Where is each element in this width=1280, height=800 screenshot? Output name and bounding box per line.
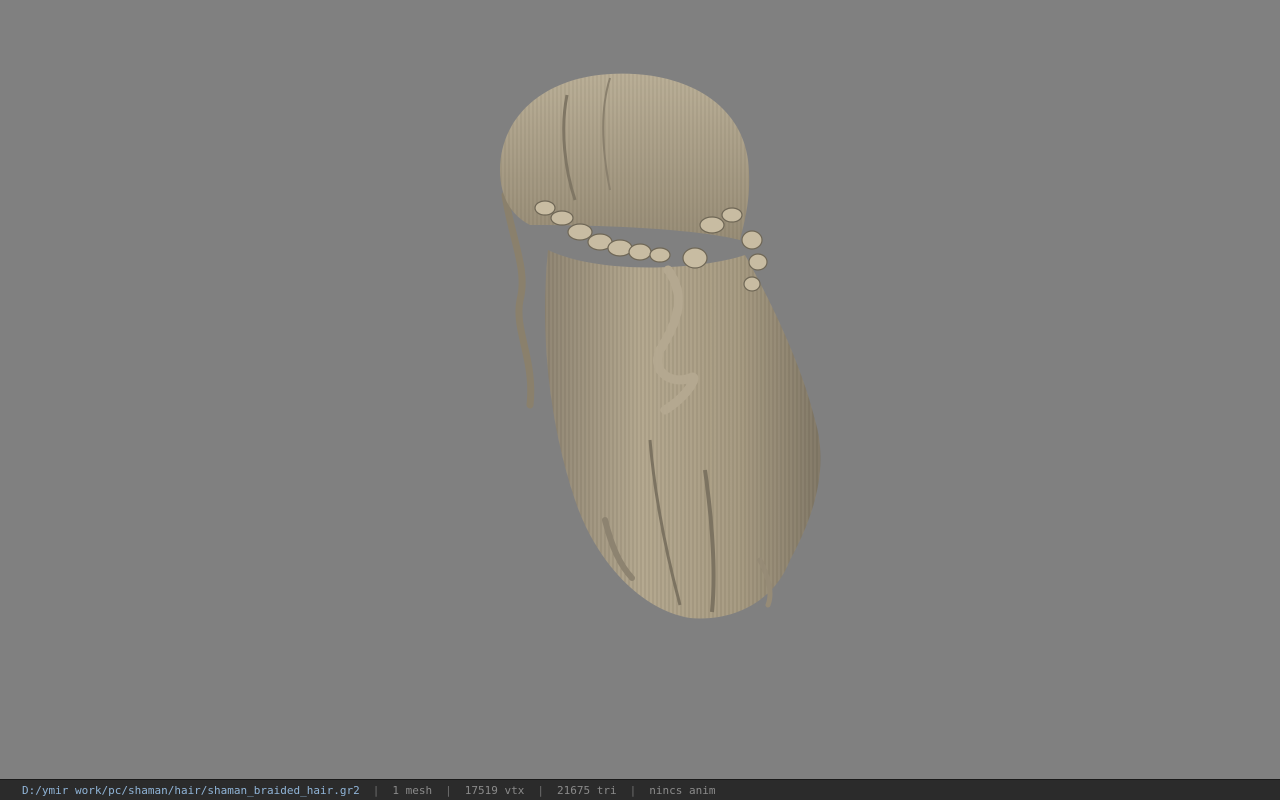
separator: | <box>629 783 637 797</box>
hair-model <box>500 73 821 619</box>
mesh-count: 1 mesh <box>392 783 433 797</box>
file-path: D:/ymir work/pc/shaman/hair/shaman_braid… <box>22 783 360 797</box>
status-bar: D:/ymir work/pc/shaman/hair/shaman_braid… <box>0 779 1280 800</box>
3d-viewport[interactable] <box>0 0 1280 779</box>
separator: | <box>537 783 544 797</box>
separator: | <box>372 783 380 797</box>
vertex-count: 17519 vtx <box>464 783 525 797</box>
animation-status: nincs anim <box>649 783 716 797</box>
separator: | <box>445 783 452 797</box>
triangle-count: 21675 tri <box>557 783 617 797</box>
